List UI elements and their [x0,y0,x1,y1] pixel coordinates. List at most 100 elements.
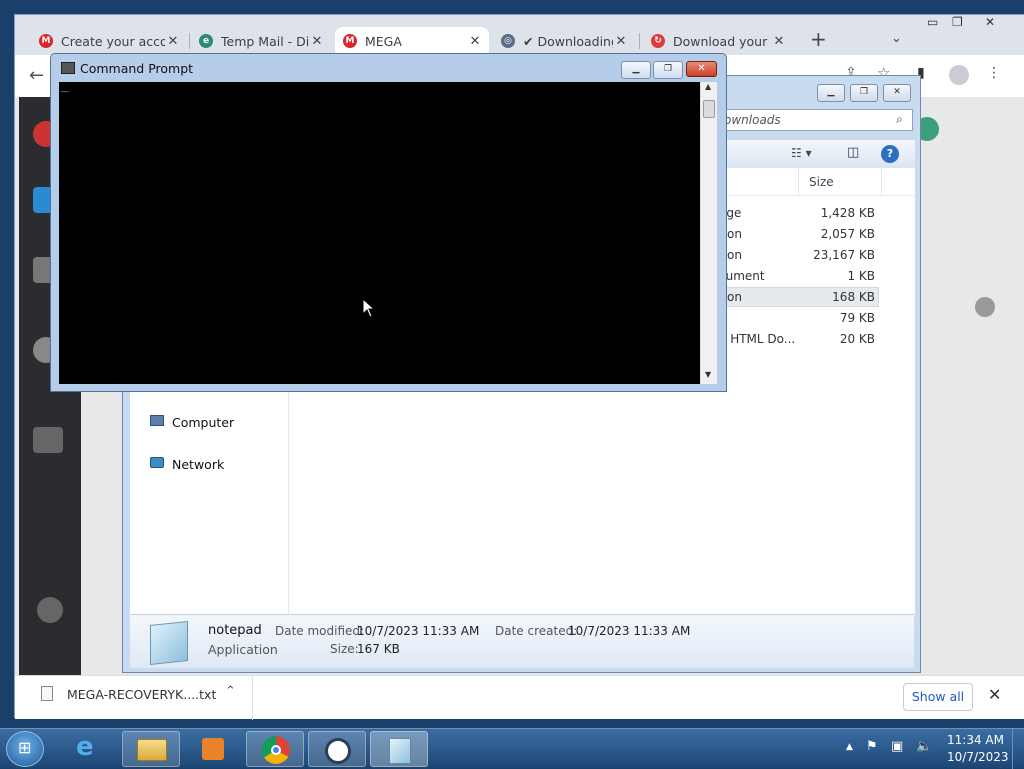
tab-search-chevron-icon[interactable]: ⌄ [891,31,902,46]
download-file-name: MEGA-RECOVERYK....txt [67,687,217,702]
clock-time[interactable]: 11:34 AM [947,733,1004,747]
cmd-minimize-button[interactable]: ▁ [621,61,651,79]
computer-icon [150,415,164,426]
chrome-maximize-button[interactable]: ❐ [952,15,963,29]
start-button[interactable]: ⊞ [6,731,44,767]
tab-download-your-file[interactable]: ↻ Download your f ✕ [643,27,793,55]
chrome-minimize-button[interactable]: ▭ [927,15,938,29]
details-pane: notepad Application Date modified: 10/7/… [130,614,914,668]
explorer-minimize-button[interactable]: ▁ [817,84,845,102]
details-file-name: notepad [208,623,262,638]
network-tray-icon[interactable]: ▣ [891,739,903,754]
tab-close-icon[interactable]: ✕ [165,34,181,49]
taskbar-cmd-button[interactable] [308,731,366,767]
cmd-cursor: _ [61,78,69,93]
size-label: Size: [330,642,359,656]
help-icon[interactable]: ? [881,145,899,163]
tab-title: Download your f [673,33,771,49]
mouse-pointer-icon [362,298,376,318]
show-hidden-icons-icon[interactable]: ▲ [846,742,853,752]
view-options-icon[interactable]: ☷ ▾ [791,146,812,160]
download-options-chevron-icon[interactable]: ⌃ [225,684,236,699]
file-size-cell: 23,167 KB [813,248,875,262]
tab-downloading[interactable]: ◎ ✔ Downloading ✕ [493,27,635,55]
file-size-cell: 20 KB [839,332,875,346]
table-row[interactable]: 79 KB [715,308,879,328]
file-size-cell: 2,057 KB [820,227,875,241]
tab-strip: M Create your acco ✕ e Temp Mail - Disp … [15,15,1024,55]
table-row[interactable]: tion 23,167 KB [715,245,879,265]
notepad-icon [150,621,188,665]
search-icon: ⌕ [896,112,903,126]
table-row[interactable]: e HTML Do... 20 KB [715,329,879,349]
clock-date[interactable]: 10/7/2023 [947,750,1009,764]
date-created-value: 10/7/2023 11:33 AM [568,624,691,638]
tab-close-icon[interactable]: ✕ [467,34,483,49]
scroll-thumb[interactable] [703,100,715,118]
text-file-icon [41,686,53,701]
settings-gear-icon[interactable] [37,597,63,623]
back-arrow-icon[interactable]: ← [29,65,44,86]
tab-close-icon[interactable]: ✕ [613,34,629,49]
tab-temp-mail[interactable]: e Temp Mail - Disp ✕ [191,27,331,55]
mega-favicon-icon: M [343,34,357,48]
table-row[interactable]: age 1,428 KB [715,203,879,223]
tab-title: ✔ Downloading [523,33,613,49]
explorer-close-button[interactable]: ✕ [883,84,911,102]
preview-pane-icon[interactable]: ◫ [847,145,859,160]
chrome-icon-center [271,745,281,755]
file-size-cell: 168 KB [832,290,875,304]
volume-muted-icon[interactable]: 🔈 [916,739,932,754]
tab-separator [189,33,190,49]
close-download-bar-icon[interactable]: ✕ [988,685,1001,704]
cmd-console[interactable]: _ [59,78,700,384]
scroll-down-arrow-icon[interactable]: ▼ [705,370,711,379]
tab-mega[interactable]: M MEGA ✕ [335,27,489,55]
folder-icon [137,739,167,761]
download-bar: MEGA-RECOVERYK....txt ⌃ Show all ✕ [15,675,1024,720]
column-divider [798,168,799,196]
profile-avatar-icon[interactable] [949,65,969,85]
nav-item-computer[interactable]: Computer [148,412,288,432]
nav-item-icon[interactable] [33,427,63,453]
taskbar-explorer-button[interactable] [122,731,180,767]
explorer-maximize-button[interactable]: ❐ [850,84,878,102]
column-divider [881,168,882,196]
taskbar-media-player-button[interactable] [184,731,242,767]
file-size-cell: 1,428 KB [820,206,875,220]
table-row[interactable]: tion 2,057 KB [715,224,879,244]
show-all-button[interactable]: Show all [903,683,973,711]
taskbar-chrome-button[interactable] [246,731,304,767]
action-center-flag-icon[interactable]: ⚑ [866,739,878,754]
tab-separator [639,33,640,49]
search-text: ownloads [724,113,781,127]
cmd-scrollbar[interactable]: ▲ ▼ [700,82,717,384]
taskbar-ie-button[interactable]: e [60,731,118,767]
table-row[interactable]: cument 1 KB [715,266,879,286]
nav-item-network[interactable]: Network [148,454,288,474]
scroll-up-arrow-icon[interactable]: ▲ [705,82,711,91]
show-desktop-button[interactable] [1012,729,1024,769]
tempmail-favicon-icon: e [199,34,213,48]
notepad-icon [389,738,411,764]
cmd-maximize-button[interactable]: ❐ [653,61,683,79]
column-header-size[interactable]: Size [809,175,834,189]
chrome-close-button[interactable]: ✕ [985,15,995,29]
media-player-icon [202,738,224,760]
cmd-close-button[interactable]: ✕ [686,61,717,77]
taskbar-notepad-button[interactable] [370,731,428,767]
file-size-cell: 79 KB [839,311,875,325]
file-type-cell: e HTML Do... [719,332,796,346]
windows-logo-icon: ⊞ [18,738,32,757]
tab-close-icon[interactable]: ✕ [309,34,325,49]
new-tab-button[interactable]: + [810,27,827,51]
chrome-menu-icon[interactable]: ⋮ [987,65,1001,81]
tab-close-icon[interactable]: ✕ [771,34,787,49]
explorer-search-box[interactable]: ownloads ⌕ [719,109,913,131]
tab-create-account[interactable]: M Create your acco ✕ [31,27,187,55]
table-row-selected[interactable]: tion 168 KB [715,287,879,307]
download-item[interactable]: MEGA-RECOVERYK....txt ⌃ [21,676,253,720]
download-favicon-icon: ↻ [651,34,665,48]
cmd-title: Command Prompt [80,61,194,76]
loading-favicon-icon: ◎ [501,34,515,48]
